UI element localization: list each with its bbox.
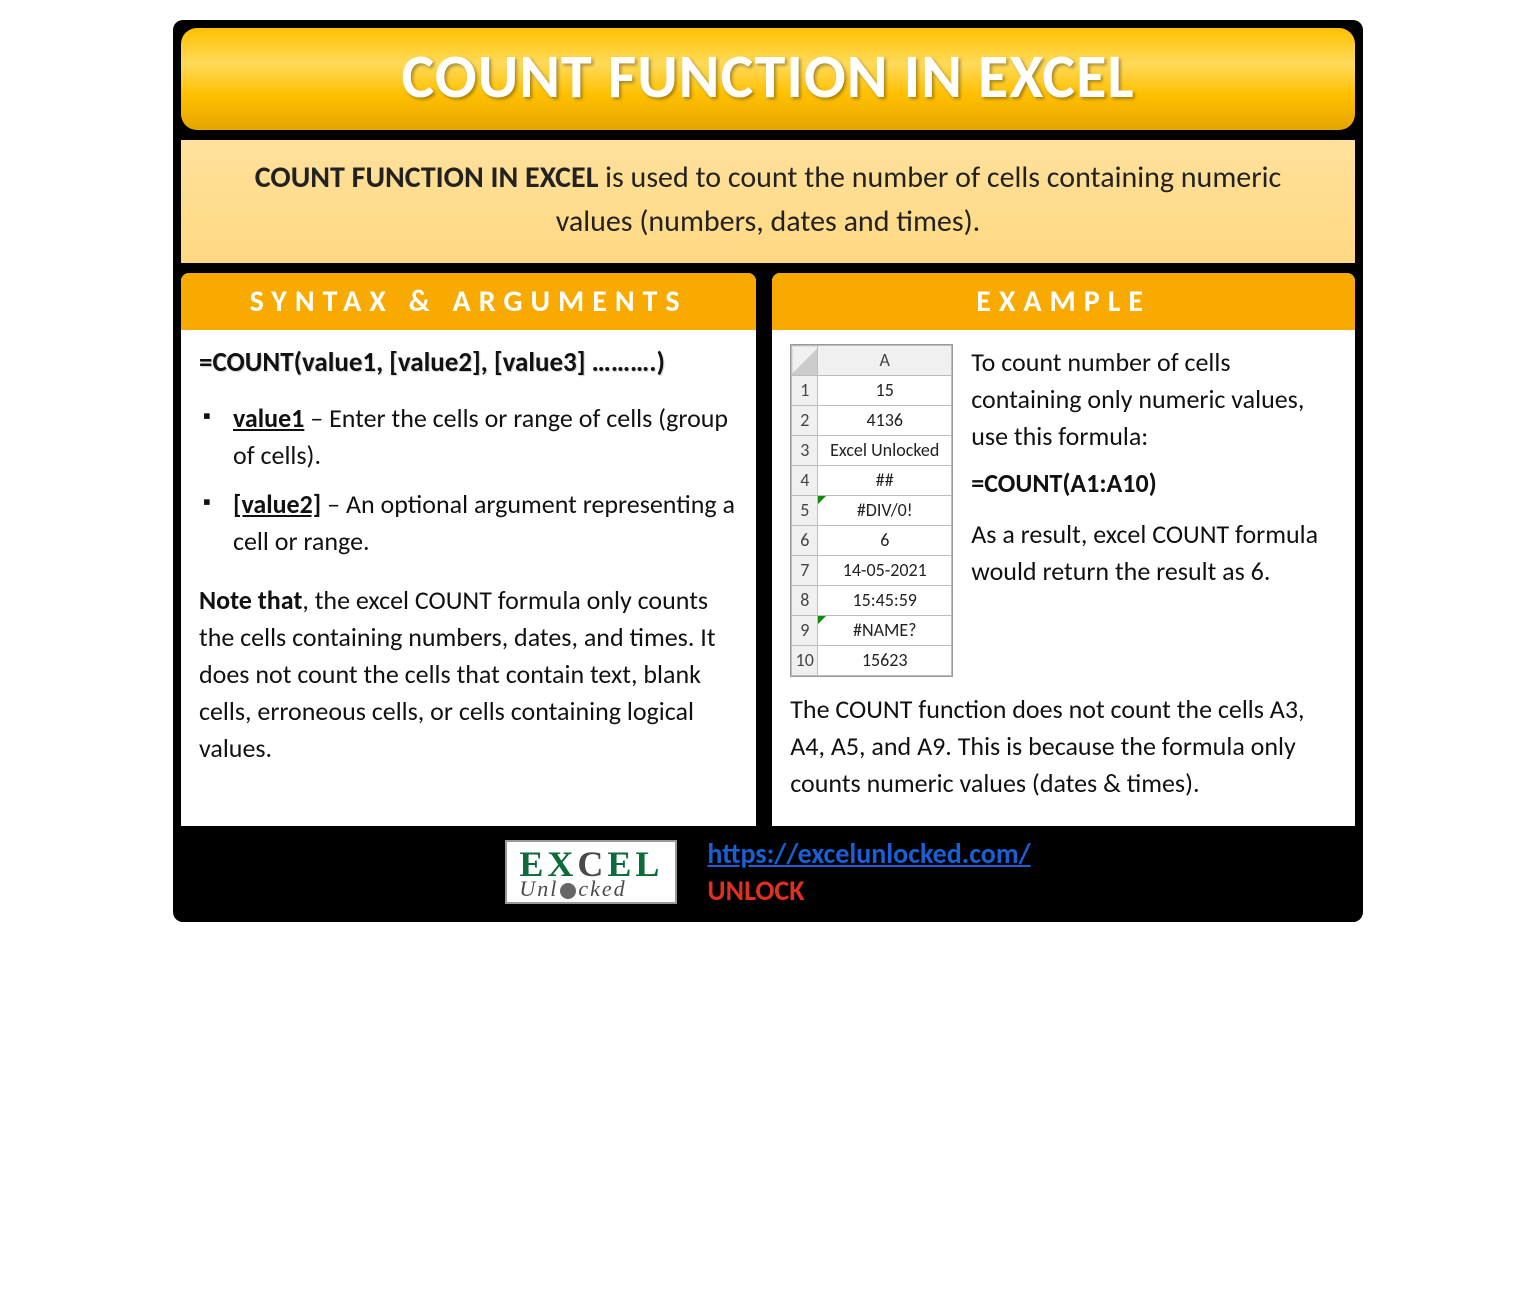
footer-link[interactable]: https://excelunlocked.com/ bbox=[707, 836, 1030, 871]
row-number: 4 bbox=[792, 466, 818, 496]
argument-list: value1 – Enter the cells or range of cel… bbox=[199, 400, 738, 560]
keyhole-icon bbox=[560, 883, 576, 899]
cell: 14-05-2021 bbox=[818, 556, 952, 586]
row-number: 7 bbox=[792, 556, 818, 586]
mini-spreadsheet: A 115 24136 3Excel Unlocked 4## 5#DIV/0!… bbox=[790, 344, 953, 677]
row-number: 8 bbox=[792, 586, 818, 616]
logo-text: Unl bbox=[519, 876, 558, 901]
footer-text: https://excelunlocked.com/ UNLOCK bbox=[707, 836, 1030, 908]
example-formula: =COUNT(A1:A10) bbox=[971, 465, 1337, 502]
row-number: 9 bbox=[792, 616, 818, 646]
infographic-card: COUNT FUNCTION IN EXCEL COUNT FUNCTION I… bbox=[173, 20, 1363, 922]
description-bar: COUNT FUNCTION IN EXCEL is used to count… bbox=[181, 140, 1355, 263]
argument-name: value1 bbox=[233, 402, 304, 434]
description-bold: COUNT FUNCTION IN EXCEL bbox=[255, 159, 599, 196]
example-explain: The COUNT function does not count the ce… bbox=[790, 691, 1337, 802]
note-bold: Note that bbox=[199, 584, 302, 616]
cell: 15 bbox=[818, 376, 952, 406]
example-text: To count number of cells containing only… bbox=[971, 344, 1337, 677]
argument-item: value1 – Enter the cells or range of cel… bbox=[199, 400, 738, 474]
cell-error: #NAME? bbox=[818, 616, 952, 646]
row-number: 1 bbox=[792, 376, 818, 406]
example-body: A 115 24136 3Excel Unlocked 4## 5#DIV/0!… bbox=[772, 330, 1355, 826]
row-number: 3 bbox=[792, 436, 818, 466]
cell: 6 bbox=[818, 526, 952, 556]
cell-error: #DIV/0! bbox=[818, 496, 952, 526]
cell: ## bbox=[818, 466, 952, 496]
page-title: COUNT FUNCTION IN EXCEL bbox=[181, 38, 1355, 114]
example-intro: To count number of cells containing only… bbox=[971, 344, 1337, 455]
argument-name: [value2] bbox=[233, 488, 321, 520]
example-panel: EXAMPLE A 115 24136 3Excel Unlocked 4## bbox=[772, 273, 1355, 826]
cell: 15623 bbox=[818, 646, 952, 676]
description-text: is used to count the number of cells con… bbox=[556, 159, 1282, 240]
argument-desc: – Enter the cells or range of cells (gro… bbox=[233, 402, 728, 471]
column-header-a: A bbox=[818, 346, 952, 376]
example-split: A 115 24136 3Excel Unlocked 4## 5#DIV/0!… bbox=[790, 344, 1337, 677]
syntax-formula: =COUNT(value1, [value2], [value3] ……….) bbox=[199, 344, 738, 382]
footer: EXCEL Unlcked https://excelunlocked.com/… bbox=[181, 826, 1355, 922]
argument-item: [value2] – An optional argument represen… bbox=[199, 486, 738, 560]
title-bar: COUNT FUNCTION IN EXCEL bbox=[181, 28, 1355, 130]
columns: SYNTAX & ARGUMENTS =COUNT(value1, [value… bbox=[181, 273, 1355, 826]
syntax-body: =COUNT(value1, [value2], [value3] ……….) … bbox=[181, 330, 756, 826]
row-number: 6 bbox=[792, 526, 818, 556]
sheet-corner bbox=[792, 346, 818, 376]
cell: 15:45:59 bbox=[818, 586, 952, 616]
example-heading: EXAMPLE bbox=[772, 273, 1355, 330]
row-number: 2 bbox=[792, 406, 818, 436]
cell: 4136 bbox=[818, 406, 952, 436]
cell: Excel Unlocked bbox=[818, 436, 952, 466]
logo: EXCEL Unlcked bbox=[505, 840, 677, 904]
syntax-panel: SYNTAX & ARGUMENTS =COUNT(value1, [value… bbox=[181, 273, 756, 826]
syntax-heading: SYNTAX & ARGUMENTS bbox=[181, 273, 756, 330]
row-number: 5 bbox=[792, 496, 818, 526]
syntax-note: Note that, the excel COUNT formula only … bbox=[199, 582, 738, 767]
row-number: 10 bbox=[792, 646, 818, 676]
example-result: As a result, excel COUNT formula would r… bbox=[971, 516, 1337, 590]
logo-text: cked bbox=[578, 876, 626, 901]
footer-tagline: UNLOCK bbox=[707, 873, 1030, 908]
